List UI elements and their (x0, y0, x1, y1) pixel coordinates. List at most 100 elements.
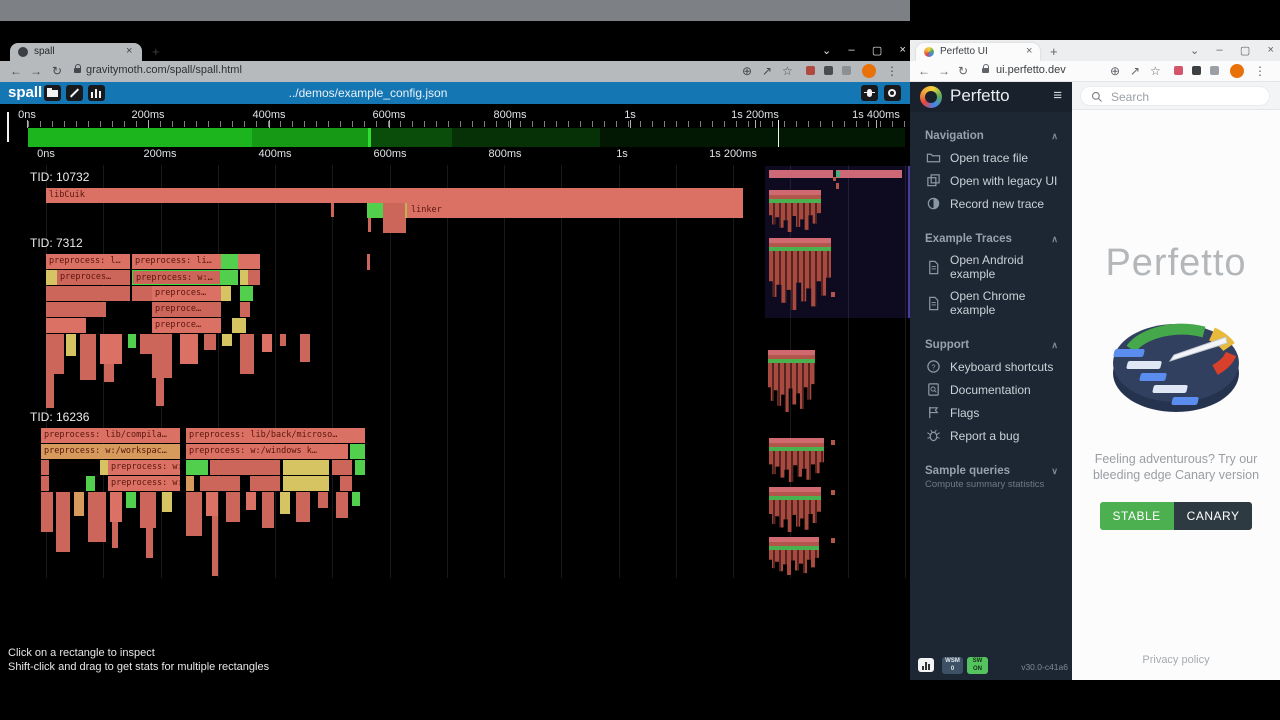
new-tab-button[interactable]: + (152, 44, 160, 59)
flame-bar[interactable] (46, 374, 54, 408)
flame-bar[interactable] (186, 460, 208, 475)
flame-bar[interactable] (300, 334, 310, 362)
flame-bar[interactable] (128, 334, 136, 348)
flame-bar[interactable]: preprocess: l… (46, 254, 130, 269)
extensions-puzzle-icon[interactable] (1192, 66, 1201, 75)
flame-bar[interactable] (210, 460, 280, 475)
flame-bar[interactable] (41, 476, 49, 491)
flame-bar[interactable] (280, 334, 286, 346)
bookmark-star-icon[interactable]: ☆ (1150, 64, 1161, 78)
flame-bar[interactable] (283, 476, 329, 491)
extension-icon[interactable] (1174, 66, 1183, 75)
sidebar-item-report-a-bug[interactable]: Report a bug (910, 424, 1072, 447)
flame-bar[interactable] (46, 286, 130, 301)
flame-bar[interactable] (156, 378, 164, 406)
flame-bar[interactable] (206, 492, 218, 516)
sidebar-item-keyboard-shortcuts[interactable]: ?Keyboard shortcuts (910, 355, 1072, 378)
flame-bar[interactable] (262, 492, 274, 528)
flame-bar[interactable]: preprocess: w:/windows k… (186, 444, 348, 459)
chart-view-button[interactable] (88, 85, 105, 101)
crosshair-tool-button[interactable] (66, 85, 83, 101)
side-panel-icon[interactable] (1210, 66, 1219, 75)
flame-bar[interactable] (250, 476, 280, 491)
flame-bar[interactable] (41, 492, 53, 532)
search-input[interactable]: Search (1080, 86, 1270, 106)
flame-bar[interactable] (226, 492, 240, 522)
close-icon[interactable]: × (1268, 44, 1274, 57)
chevron-down-icon[interactable]: ⌄ (822, 44, 831, 57)
flame-bar[interactable]: preproce… (152, 302, 221, 317)
flame-bar[interactable] (240, 270, 248, 285)
flame-bar[interactable]: preproces… (152, 286, 221, 301)
flame-bar[interactable]: preprocess: lib/back/microso… (186, 428, 365, 443)
flame-bar[interactable]: preprocess: w:… (132, 270, 221, 285)
flame-bar[interactable] (132, 286, 152, 301)
flame-bar[interactable] (100, 334, 122, 364)
flame-bar[interactable] (56, 492, 70, 552)
sidebar-section-header[interactable]: Example Traces∧ (910, 229, 1072, 249)
flame-bar[interactable] (232, 318, 246, 333)
flame-bar[interactable] (86, 476, 95, 491)
bookmark-star-icon[interactable]: ☆ (782, 64, 793, 78)
privacy-policy-link[interactable]: Privacy policy (1072, 654, 1280, 666)
flame-bar[interactable] (46, 318, 86, 333)
sidebar-item-open-trace-file[interactable]: Open trace file (910, 146, 1072, 169)
tab-close-icon[interactable]: × (126, 45, 132, 57)
settings-button[interactable] (884, 85, 901, 101)
flame-bar[interactable] (212, 516, 218, 576)
sidebar-section-header[interactable]: Support∧ (910, 335, 1072, 355)
menu-kebab-icon[interactable]: ⋮ (886, 64, 898, 78)
zoom-icon[interactable]: ⊕ (742, 64, 752, 78)
maximize-icon[interactable]: ▢ (1240, 44, 1250, 57)
flame-bar[interactable] (296, 492, 310, 522)
flame-bar[interactable]: preprocess: w:/workspac… (41, 444, 180, 459)
flame-bar[interactable] (383, 203, 405, 218)
right-window-controls[interactable]: ⌄ – ▢ × (1190, 44, 1274, 57)
flame-bar[interactable]: preprocess: li… (132, 254, 221, 269)
minimize-icon[interactable]: – (1216, 44, 1222, 57)
close-icon[interactable]: × (900, 44, 906, 57)
reload-icon[interactable]: ↻ (52, 64, 62, 78)
flame-bar[interactable] (336, 492, 348, 518)
flame-bar[interactable] (221, 254, 238, 269)
flame-bar[interactable] (340, 476, 352, 491)
flame-bar[interactable] (240, 334, 254, 374)
flame-bar[interactable] (186, 492, 202, 536)
sidebar-item-flags[interactable]: Flags (910, 401, 1072, 424)
sidebar-item-documentation[interactable]: Documentation (910, 378, 1072, 401)
flame-bar[interactable] (318, 492, 328, 508)
minimize-icon[interactable]: – (848, 44, 854, 57)
flame-bar[interactable] (41, 460, 49, 475)
flame-bar[interactable] (110, 492, 122, 522)
sidebar-item-open-with-legacy-ui[interactable]: Open with legacy UI (910, 169, 1072, 192)
canary-button[interactable]: CANARY (1174, 502, 1253, 530)
chevron-down-icon[interactable]: ⌄ (1190, 44, 1199, 57)
flame-bar[interactable] (200, 476, 240, 491)
flame-bar[interactable] (140, 492, 156, 528)
extensions-puzzle-icon[interactable] (824, 66, 833, 75)
zoom-icon[interactable]: ⊕ (1110, 64, 1120, 78)
flame-bar[interactable] (283, 460, 329, 475)
flame-bar[interactable] (332, 460, 352, 475)
metrics-button[interactable] (918, 658, 934, 672)
flame-bar[interactable] (74, 492, 84, 516)
flame-bar[interactable] (100, 460, 108, 475)
flame-bar[interactable]: preprocess: w:/w… (108, 476, 180, 491)
flame-bar[interactable] (104, 364, 114, 382)
flame-bar[interactable] (355, 460, 365, 475)
flame-bar[interactable] (383, 218, 406, 233)
profile-avatar[interactable] (862, 64, 876, 78)
flame-bar[interactable] (146, 528, 153, 558)
left-browser-tab[interactable] (10, 43, 142, 61)
flame-bar[interactable]: preproce… (152, 318, 221, 333)
new-tab-button[interactable]: + (1050, 44, 1058, 59)
left-url-text[interactable]: gravitymoth.com/spall/spall.html (86, 64, 242, 76)
back-icon[interactable]: ← (918, 64, 930, 78)
sidebar-section-header[interactable]: Navigation∧ (910, 126, 1072, 146)
flame-bar[interactable] (262, 334, 272, 352)
flame-bar[interactable] (46, 270, 57, 285)
flame-bar[interactable] (367, 203, 383, 218)
open-file-button[interactable] (44, 85, 61, 101)
stable-button[interactable]: STABLE (1100, 502, 1174, 530)
flame-bar[interactable] (368, 218, 371, 232)
